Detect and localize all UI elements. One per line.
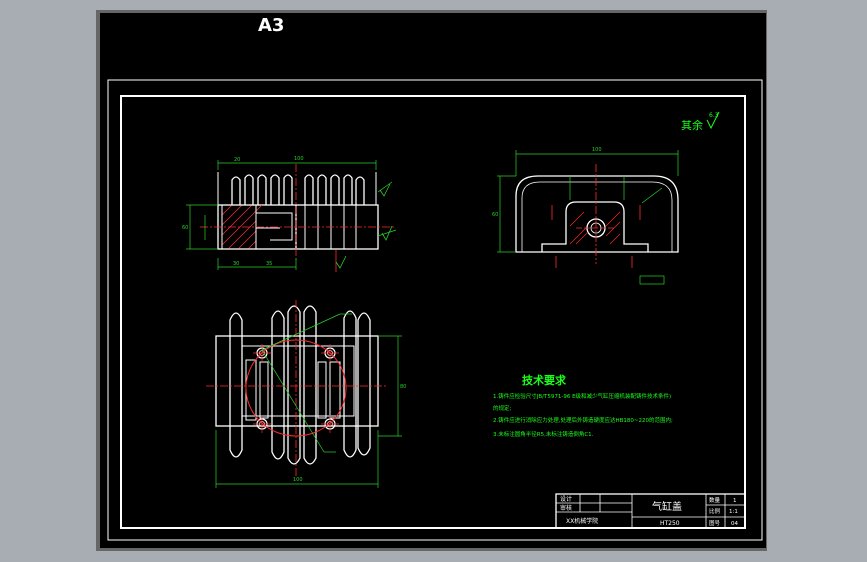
tb-sheet-label: 图号 <box>709 519 721 527</box>
tb-company: XX机械学院 <box>566 517 598 525</box>
side-view: 100 60 <box>492 147 679 285</box>
tb-material: HT250 <box>660 520 680 527</box>
roughness-label: 其余 <box>681 118 703 132</box>
tech-line-4: 3.未标注圆角半径R5,未标注铸造倒角C1. <box>493 430 594 438</box>
top-view: 100 80 <box>206 300 406 488</box>
tb-qty-label: 数量 <box>709 496 721 504</box>
drawing-viewer: A3 其余 6.3 100 60 30 35 20 100 60 100 80 … <box>0 0 867 562</box>
dim-plan-width: 100 <box>293 477 303 483</box>
dim-top-overall: 100 <box>294 156 304 162</box>
outer-border <box>107 79 763 541</box>
dim-left-height: 60 <box>182 225 188 231</box>
tech-heading: 技术要求 <box>522 373 567 387</box>
tb-scale-value: 1:1 <box>729 509 738 515</box>
fins-plan <box>229 305 371 465</box>
inner-border <box>120 95 746 529</box>
tech-requirements: 技术要求 1.铸件应检验尺寸JB/T5971-96 E级和减少气缸压缩机装配铸件… <box>493 373 673 438</box>
dim-side-height: 60 <box>492 212 498 218</box>
front-section-view: 100 60 30 35 20 <box>182 156 397 272</box>
dim-plan-height: 80 <box>400 384 406 390</box>
roughness-note: 其余 6.3 <box>681 111 720 132</box>
dim-fin-pitch: 20 <box>234 157 240 163</box>
fins <box>231 174 365 205</box>
tb-designer-label: 设计 <box>560 495 572 503</box>
dim-bottom-2: 35 <box>266 261 272 267</box>
tech-line-1: 1.铸件应检验尺寸JB/T5971-96 E级和减少气缸压缩机装配铸件技术条件) <box>493 392 671 400</box>
dim-side-width: 100 <box>592 147 602 153</box>
tb-sheet-value: 04 <box>731 521 738 527</box>
tb-checker-label: 审核 <box>560 504 572 512</box>
roughness-value: 6.3 <box>709 112 719 119</box>
tech-line-2: 的规定; <box>493 404 512 412</box>
title-block: 设计 审核 XX机械学院 气缸盖 HT250 数量 1 比例 1:1 图号 04 <box>555 493 746 529</box>
tech-line-3: 2.铸件应进行消除应力处理,处理后外铸造硬度应达HB180~220的范围内; <box>493 416 673 424</box>
dim-bottom-1: 30 <box>233 261 239 267</box>
tb-part-name: 气缸盖 <box>652 500 682 513</box>
tb-scale-label: 比例 <box>709 507 721 515</box>
tb-qty-value: 1 <box>733 498 737 504</box>
cad-drawing: 其余 6.3 100 60 30 35 20 100 60 100 80 技术要… <box>107 79 763 541</box>
